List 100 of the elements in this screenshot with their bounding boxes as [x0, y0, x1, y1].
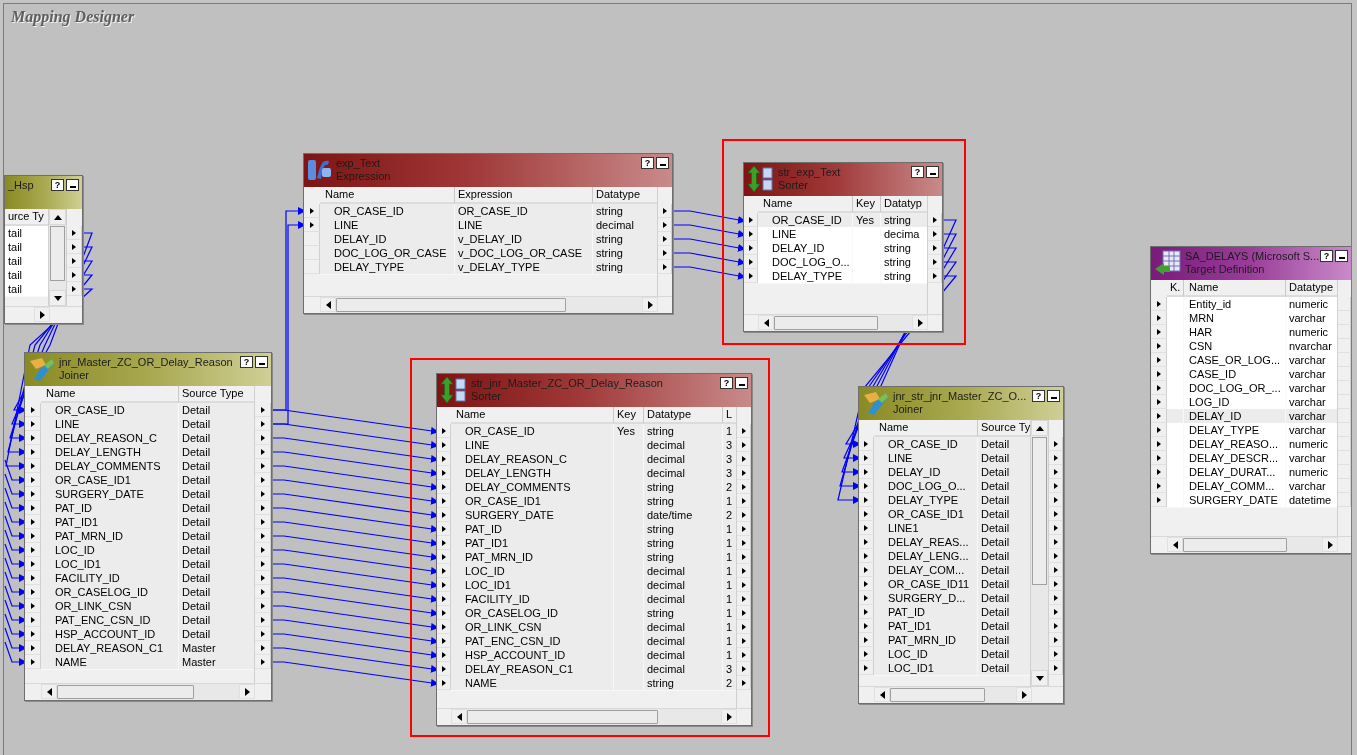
port-row[interactable]: PAT_MRN_ID Detail: [25, 529, 254, 543]
minimize-button[interactable]: [66, 179, 79, 191]
port-row[interactable]: PAT_ENC_CSN_ID Detail: [25, 613, 254, 627]
port-row[interactable]: DELAY_TYPE Detail: [859, 493, 1030, 507]
port-row[interactable]: LOC_ID1 decimal 1: [437, 578, 736, 592]
scroll-left-button[interactable]: [1167, 537, 1183, 552]
port-row[interactable]: HSP_ACCOUNT_ID Detail: [25, 627, 254, 641]
port-row[interactable]: FACILITY_ID Detail: [25, 571, 254, 585]
port-row[interactable]: HSP_ACCOUNT_ID decimal 1: [437, 648, 736, 662]
scrollbar-thumb[interactable]: [57, 685, 194, 699]
port-row[interactable]: DELAY_LENGTH decimal 3: [437, 466, 736, 480]
port-row[interactable]: DELAY_TYPE varchar: [1151, 423, 1337, 437]
port-row[interactable]: LINE LINE decimal: [304, 218, 657, 232]
scrollbar-thumb[interactable]: [774, 316, 878, 330]
port-row[interactable]: SURGERY_DATE datetime: [1151, 493, 1337, 507]
port-row[interactable]: HAR numeric: [1151, 325, 1337, 339]
minimize-button[interactable]: [1047, 390, 1060, 402]
help-button[interactable]: ?: [240, 356, 253, 368]
port-row[interactable]: OR_LINK_CSN Detail: [25, 599, 254, 613]
port-row[interactable]: DOC_LOG_O... string: [744, 255, 927, 269]
minimize-button[interactable]: [255, 356, 268, 368]
scrollbar-thumb[interactable]: [1183, 538, 1288, 552]
minimize-button[interactable]: [656, 157, 669, 169]
scroll-left-button[interactable]: [874, 687, 890, 702]
port-row[interactable]: PAT_MRN_ID Detail: [859, 633, 1030, 647]
port-row[interactable]: MRN varchar: [1151, 311, 1337, 325]
port-row[interactable]: LOC_ID1 Detail: [859, 661, 1030, 675]
port-row[interactable]: SURGERY_DATE Detail: [25, 487, 254, 501]
port-row[interactable]: FACILITY_ID decimal 1: [437, 592, 736, 606]
port-row[interactable]: OR_CASELOG_ID string 1: [437, 606, 736, 620]
port-row[interactable]: DELAY_COMMENTS Detail: [25, 459, 254, 473]
port-row[interactable]: DELAY_COMM... varchar: [1151, 479, 1337, 493]
port-row[interactable]: DELAY_LENGTH Detail: [25, 445, 254, 459]
port-row[interactable]: CASE_OR_LOG... varchar: [1151, 353, 1337, 367]
port-row[interactable]: DELAY_COM... Detail: [859, 563, 1030, 577]
help-button[interactable]: ?: [1032, 390, 1045, 402]
scroll-right-button[interactable]: [1322, 537, 1338, 552]
scrollbar-thumb[interactable]: [890, 688, 985, 702]
port-row[interactable]: PAT_ID string 1: [437, 522, 736, 536]
minimize-button[interactable]: [1335, 250, 1348, 262]
port-row[interactable]: LOC_ID decimal 1: [437, 564, 736, 578]
port-row[interactable]: OR_CASE_ID1 string 1: [437, 494, 736, 508]
port-row[interactable]: NAME Master: [25, 655, 254, 669]
port-row[interactable]: LOC_ID Detail: [859, 647, 1030, 661]
port-row[interactable]: DELAY_COMMENTS string 2: [437, 480, 736, 494]
scroll-left-button[interactable]: [320, 297, 336, 312]
port-row[interactable]: DELAY_LENG... Detail: [859, 549, 1030, 563]
port-row[interactable]: OR_CASE_ID OR_CASE_ID string: [304, 204, 657, 218]
port-row[interactable]: PAT_ID Detail: [859, 605, 1030, 619]
port-row[interactable]: OR_CASE_ID11 Detail: [859, 577, 1030, 591]
port-row[interactable]: DOC_LOG_OR_CASE v_DOC_LOG_OR_CASE string: [304, 246, 657, 260]
port-row[interactable]: PAT_ENC_CSN_ID decimal 1: [437, 634, 736, 648]
scroll-right-button[interactable]: [239, 684, 255, 699]
port-row[interactable]: DELAY_REASON_C decimal 3: [437, 452, 736, 466]
help-button[interactable]: ?: [51, 179, 64, 191]
port-row[interactable]: DOC_LOG_OR_... varchar: [1151, 381, 1337, 395]
port-row[interactable]: LINE decima: [744, 227, 927, 241]
port-row[interactable]: DELAY_REASO... numeric: [1151, 437, 1337, 451]
scroll-left-button[interactable]: [41, 684, 57, 699]
help-button[interactable]: ?: [911, 166, 924, 178]
port-row[interactable]: OR_CASE_ID Detail: [25, 403, 254, 417]
port-row[interactable]: LOC_ID Detail: [25, 543, 254, 557]
port-row[interactable]: OR_CASE_ID Yes string 1: [437, 424, 736, 438]
port-row[interactable]: LOC_ID1 Detail: [25, 557, 254, 571]
minimize-button[interactable]: [735, 377, 748, 389]
port-row[interactable]: DOC_LOG_O... Detail: [859, 479, 1030, 493]
port-row[interactable]: LINE Detail: [859, 451, 1030, 465]
port-row[interactable]: OR_CASE_ID Detail: [859, 437, 1030, 451]
scroll-left-button[interactable]: [451, 709, 467, 724]
port-row[interactable]: PAT_MRN_ID string 1: [437, 550, 736, 564]
port-row[interactable]: DELAY_TYPE string: [744, 269, 927, 283]
scroll-right-button[interactable]: [642, 297, 658, 312]
help-button[interactable]: ?: [720, 377, 733, 389]
scroll-right-button[interactable]: [912, 315, 928, 330]
port-row[interactable]: LINE1 Detail: [859, 521, 1030, 535]
port-row[interactable]: LINE decimal 3: [437, 438, 736, 452]
port-row[interactable]: CASE_ID varchar: [1151, 367, 1337, 381]
scrollbar-thumb[interactable]: [336, 298, 566, 312]
port-row[interactable]: DELAY_ID v_DELAY_ID string: [304, 232, 657, 246]
port-row[interactable]: DELAY_DESCR... varchar: [1151, 451, 1337, 465]
port-row[interactable]: DELAY_ID Detail: [859, 465, 1030, 479]
port-row[interactable]: DELAY_REASON_C1 decimal 3: [437, 662, 736, 676]
port-row[interactable]: DELAY_ID string: [744, 241, 927, 255]
scroll-down-button[interactable]: [49, 290, 66, 306]
port-row[interactable]: PAT_ID1 Detail: [25, 515, 254, 529]
port-row[interactable]: PAT_ID1 string 1: [437, 536, 736, 550]
port-row[interactable]: Entity_id numeric: [1151, 297, 1337, 311]
port-row[interactable]: DELAY_TYPE v_DELAY_TYPE string: [304, 260, 657, 274]
port-row[interactable]: CSN nvarchar: [1151, 339, 1337, 353]
help-button[interactable]: ?: [1320, 250, 1333, 262]
scroll-right-button[interactable]: [34, 307, 50, 322]
port-row[interactable]: OR_CASELOG_ID Detail: [25, 585, 254, 599]
port-row[interactable]: OR_CASE_ID1 Detail: [25, 473, 254, 487]
port-row[interactable]: DELAY_REASON_C Detail: [25, 431, 254, 445]
scrollbar-thumb[interactable]: [467, 710, 658, 724]
scroll-right-button[interactable]: [1016, 687, 1032, 702]
scrollbar-thumb[interactable]: [50, 226, 65, 282]
port-row[interactable]: PAT_ID Detail: [25, 501, 254, 515]
port-row[interactable]: DELAY_REAS... Detail: [859, 535, 1030, 549]
port-row[interactable]: NAME string 2: [437, 676, 736, 690]
